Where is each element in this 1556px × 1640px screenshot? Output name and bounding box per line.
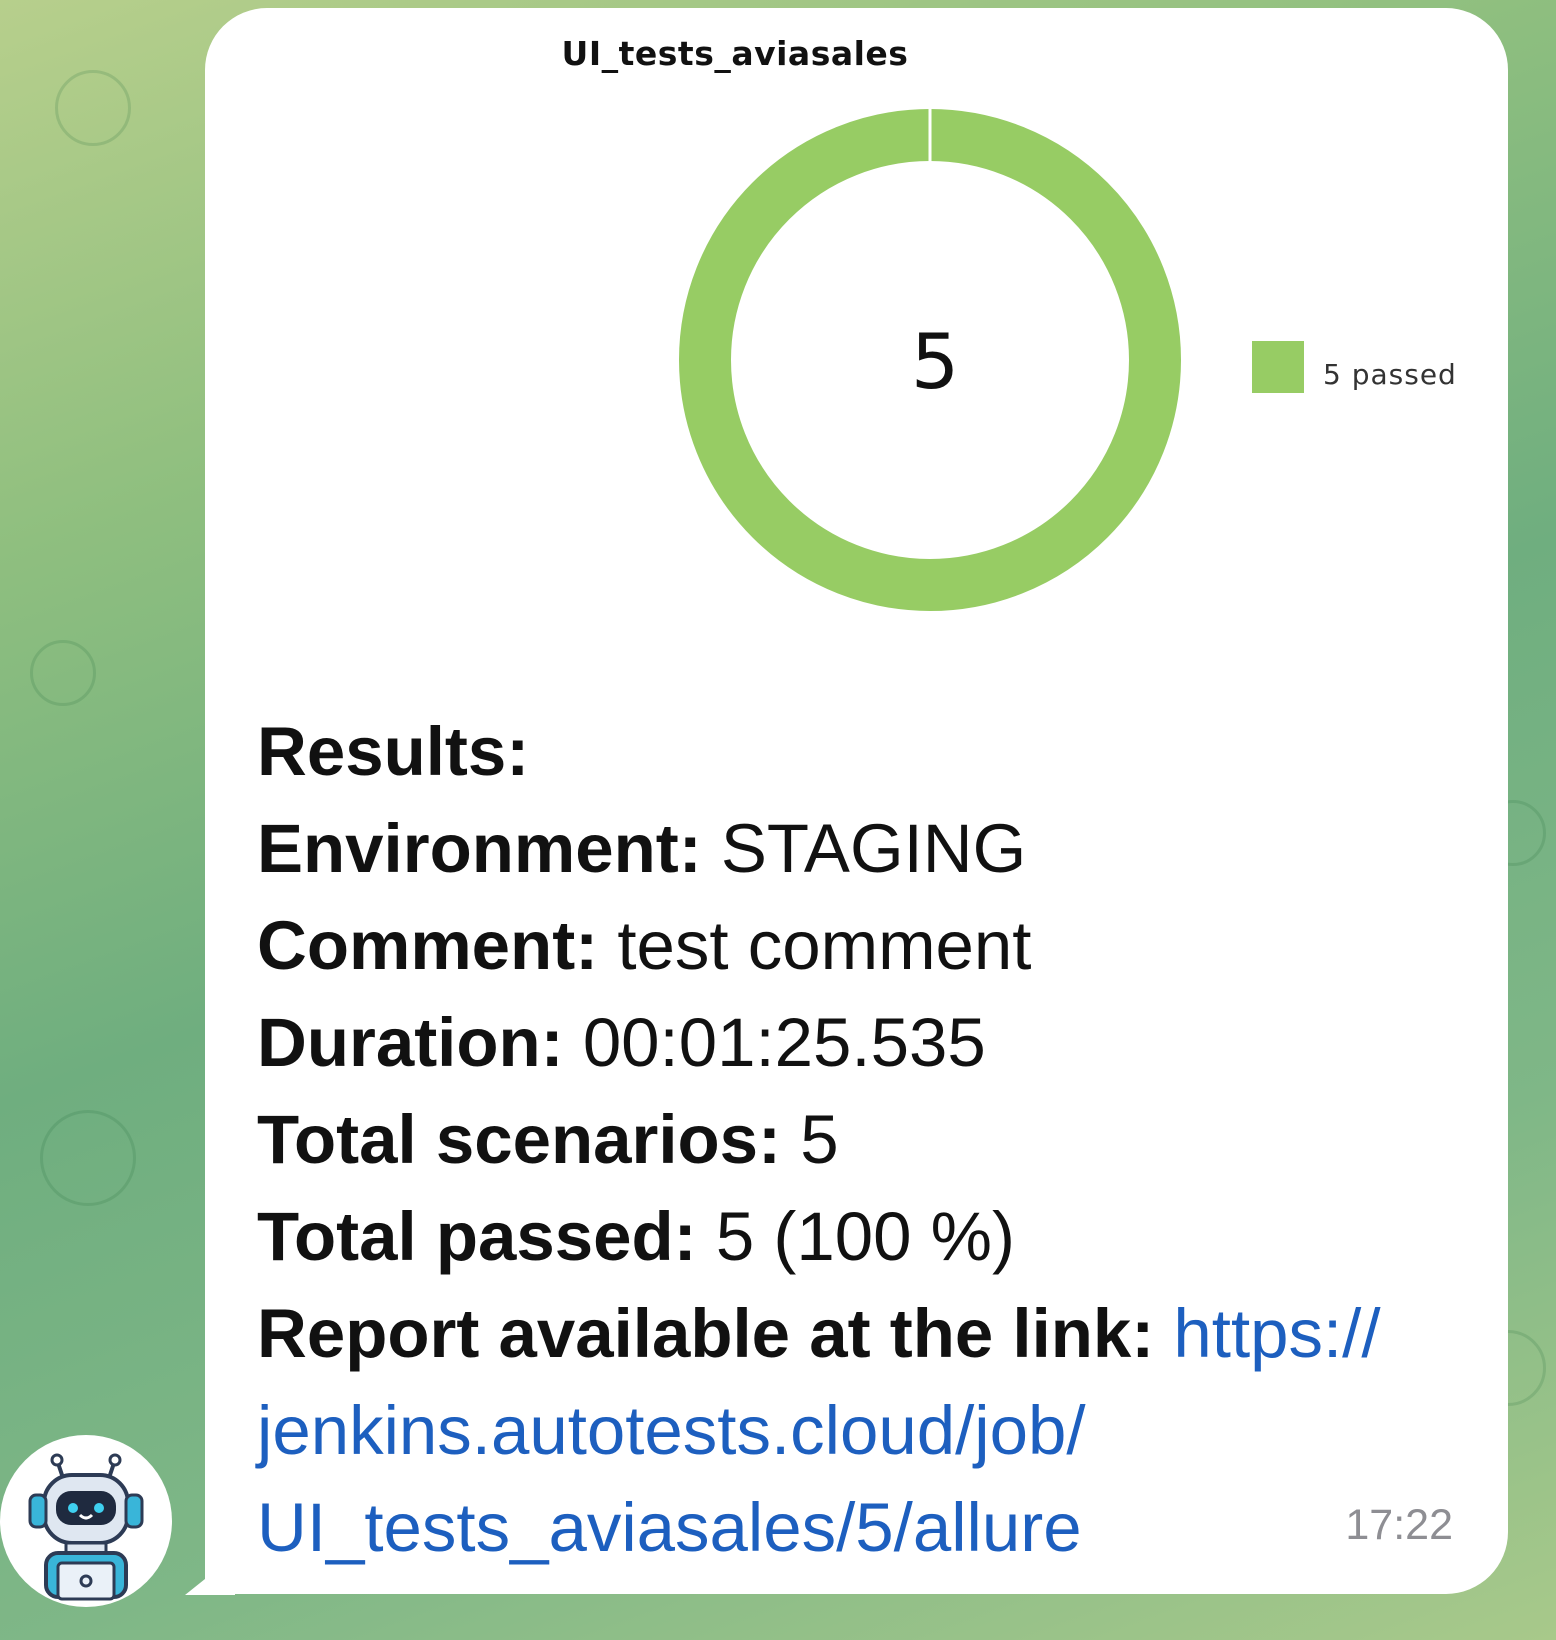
chart-title: UI_tests_aviasales (561, 34, 909, 73)
results-heading: Results: (257, 713, 530, 790)
message-time: 17:22 (1345, 1501, 1453, 1549)
comment-row: Comment: test comment (257, 907, 1032, 984)
bot-avatar[interactable] (0, 1435, 172, 1607)
background-doodle (30, 640, 96, 706)
background-doodle (40, 1110, 136, 1206)
robot-avatar-icon (28, 1453, 144, 1601)
message-bubble[interactable]: UI_tests_aviasales 5 5 passed Results: E… (205, 8, 1508, 1594)
total-scenarios-row: Total scenarios: 5 (257, 1101, 839, 1178)
report-link-part[interactable]: https:// (1173, 1295, 1380, 1372)
duration-row: Duration: 00:01:25.535 (257, 1004, 986, 1081)
donut-chart: 5 (679, 108, 1181, 611)
chart-center-label: 5 (911, 317, 959, 406)
report-row: Report available at the link: https:// (257, 1295, 1381, 1372)
legend-label-passed: 5 passed (1323, 358, 1457, 391)
report-link-part[interactable]: UI_tests_aviasales/5/allure (257, 1479, 1487, 1576)
environment-row: Environment: STAGING (257, 810, 1027, 887)
total-passed-row: Total passed: 5 (100 %) (257, 1198, 1015, 1275)
legend-swatch-passed (1252, 341, 1304, 393)
report-link-part[interactable]: jenkins.autotests.cloud/job/ (257, 1382, 1487, 1479)
background-doodle (55, 70, 131, 146)
message-text: Results: Environment: STAGING Comment: t… (257, 703, 1487, 1576)
